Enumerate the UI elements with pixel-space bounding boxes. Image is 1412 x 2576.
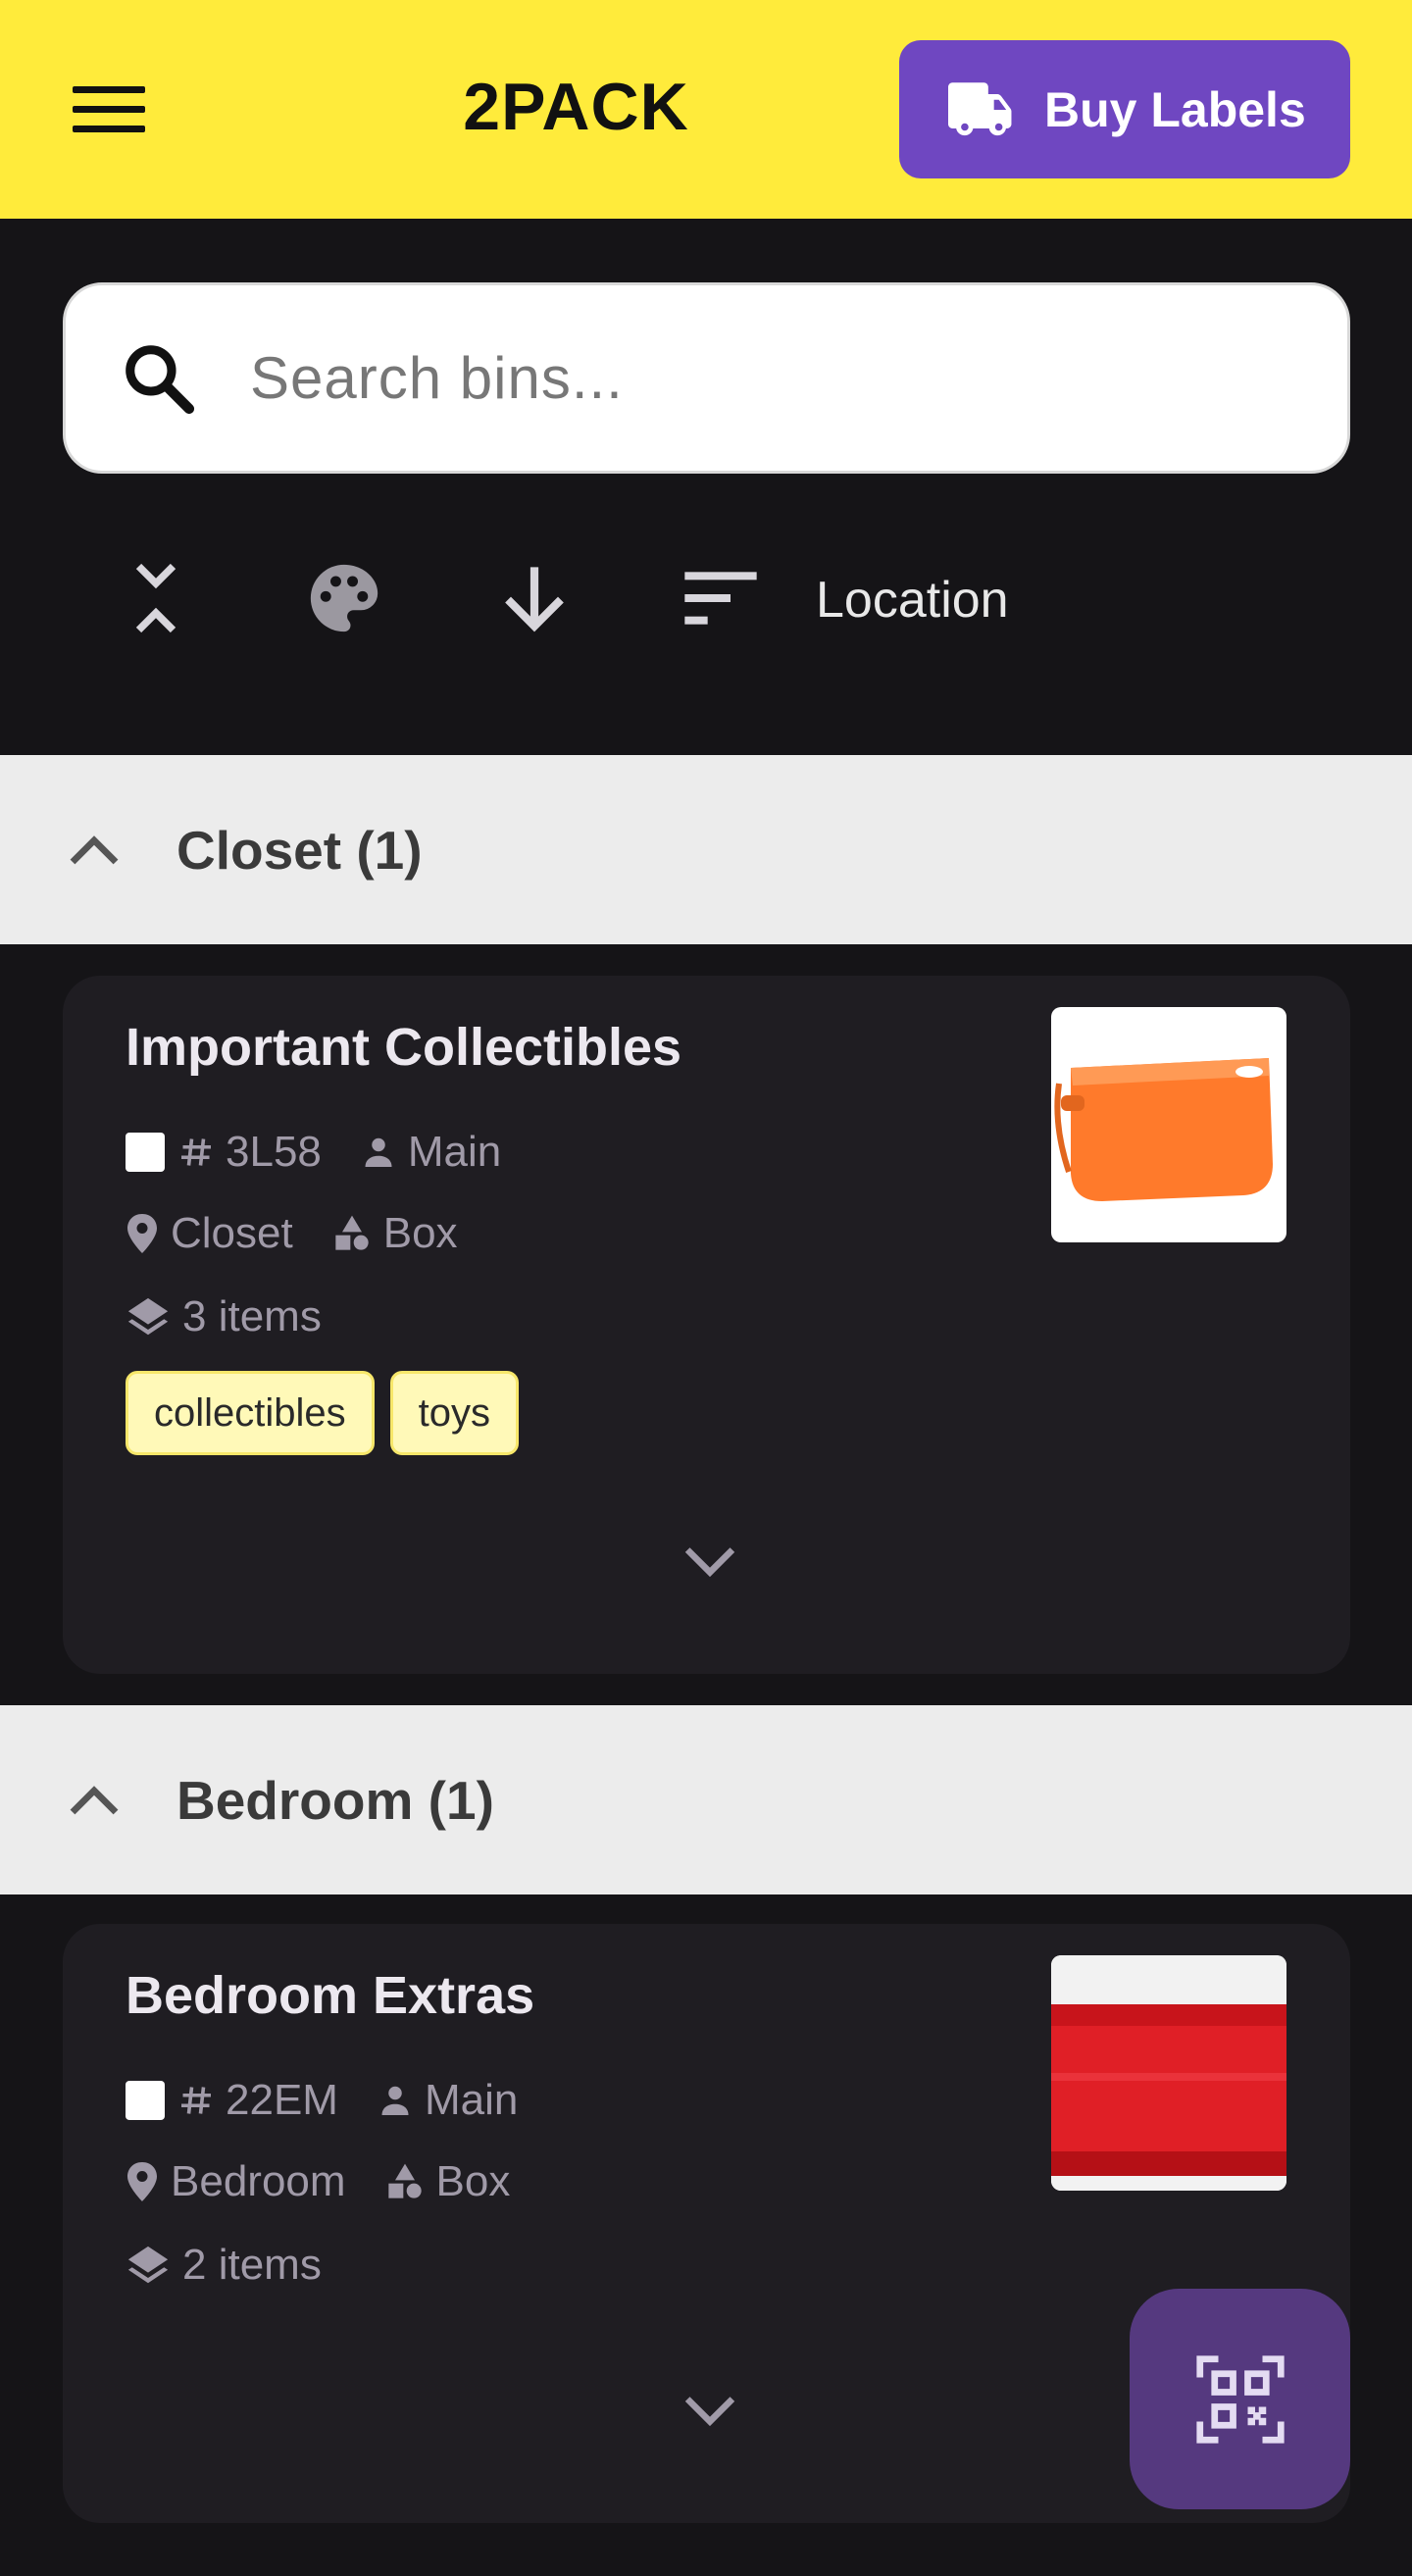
shapes-icon [387, 2163, 422, 2198]
tag-chip[interactable]: collectibles [126, 1371, 375, 1455]
person-icon [365, 1137, 392, 1167]
collapse-all-icon[interactable] [102, 549, 210, 647]
buy-labels-label: Buy Labels [1044, 81, 1306, 137]
search-icon [126, 344, 195, 414]
bin-photo [1051, 1007, 1286, 1242]
bin-code: 3L58 [226, 1128, 322, 1176]
bin-meta-row: 22EM Main [126, 2076, 557, 2125]
bin-card[interactable]: Important Collectibles 3L58 Main Closet … [63, 976, 1350, 1674]
bin-item-count: 3 items [182, 1292, 322, 1340]
chevron-up-icon [70, 1785, 119, 1814]
group-header-closet[interactable]: Closet (1) [0, 755, 1412, 944]
group-title: Bedroom (1) [176, 1769, 494, 1831]
location-pin-icon [127, 2162, 157, 2201]
arrow-down-icon[interactable] [480, 549, 588, 647]
app-bar: 2PACK Buy Labels [0, 0, 1412, 219]
group-header-bedroom[interactable]: Bedroom (1) [0, 1705, 1412, 1894]
bin-photo [1051, 1955, 1286, 2191]
bin-meta-row: Bedroom Box [126, 2157, 549, 2206]
bin-location: Bedroom [171, 2157, 346, 2205]
tag-chip[interactable]: toys [389, 1371, 520, 1455]
filter-toolbar: Location [0, 549, 1412, 647]
layers-icon [127, 1297, 169, 1336]
shapes-icon [335, 1215, 369, 1250]
person-icon [381, 2086, 409, 2115]
group-title: Closet (1) [176, 819, 423, 881]
location-pin-icon [127, 1214, 157, 1253]
expand-chevron-down-icon[interactable] [671, 2382, 749, 2441]
bin-items-row: 2 items [126, 2241, 361, 2290]
hash-icon [181, 2087, 211, 2114]
palette-icon[interactable] [290, 549, 398, 647]
hash-icon [181, 1138, 211, 1166]
bin-code: 22EM [226, 2076, 338, 2124]
bin-type: Box [382, 1209, 458, 1257]
tag-list: collectibles toys [126, 1371, 520, 1455]
bin-owner: Main [407, 1128, 502, 1176]
sort-icon[interactable] [667, 549, 775, 647]
chevron-up-icon [70, 834, 119, 864]
bin-meta-row: Closet Box [126, 1209, 497, 1258]
bin-title: Important Collectibles [126, 1018, 682, 1077]
qr-scan-icon [1195, 2354, 1285, 2444]
bin-owner: Main [424, 2076, 519, 2124]
bin-location: Closet [171, 1209, 293, 1257]
expand-chevron-down-icon[interactable] [671, 1533, 749, 1591]
select-checkbox[interactable] [126, 1133, 165, 1172]
bin-title: Bedroom Extras [126, 1966, 535, 2025]
buy-labels-button[interactable]: Buy Labels [899, 40, 1350, 178]
sort-field-label[interactable]: Location [816, 571, 1009, 630]
layers-icon [127, 2246, 169, 2284]
bin-items-row: 3 items [126, 1292, 361, 1341]
search-input[interactable] [250, 328, 1231, 428]
search-bar [63, 282, 1350, 474]
bin-type: Box [435, 2157, 511, 2205]
bin-meta-row: 3L58 Main [126, 1128, 540, 1177]
select-checkbox[interactable] [126, 2081, 165, 2120]
scan-qr-button[interactable] [1130, 2289, 1350, 2509]
bin-item-count: 2 items [182, 2241, 322, 2289]
truck-icon [948, 81, 1012, 135]
